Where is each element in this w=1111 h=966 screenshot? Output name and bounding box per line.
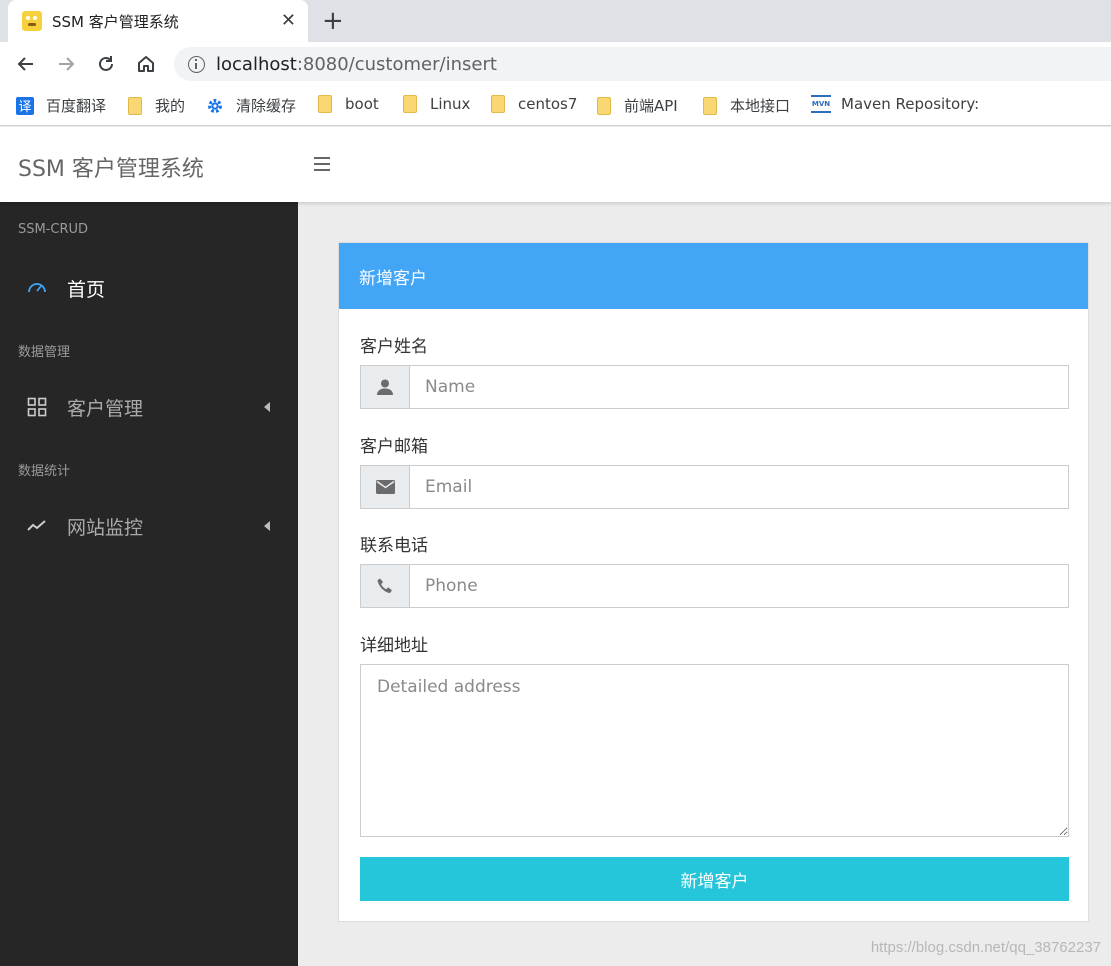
sidebar-item-site-monitor[interactable]: 网站监控 xyxy=(0,506,298,546)
sidebar-section-title: 数据统计 xyxy=(18,464,71,479)
sidebar-item-label: 网站监控 xyxy=(67,516,144,539)
sidebar-item-home[interactable]: 首页 xyxy=(0,268,298,308)
watermark: https://blog.csdn.net/qq_38762237 xyxy=(870,939,1101,956)
folder-icon xyxy=(318,95,332,113)
dashboard-icon xyxy=(26,277,48,299)
new-tab-icon[interactable]: + xyxy=(322,6,344,36)
caret-left-icon xyxy=(264,402,270,412)
envelope-icon xyxy=(361,466,410,508)
sidebar-item-customer-management[interactable]: 客户管理 xyxy=(0,387,298,427)
sidebar-section-title: 数据管理 xyxy=(18,345,71,360)
email-input[interactable] xyxy=(410,466,1068,508)
bookmark-item[interactable]: Linux xyxy=(403,95,470,113)
folder-icon xyxy=(703,96,717,115)
phone-icon xyxy=(361,565,410,607)
browser-toolbar: localhost:8080/customer/insert xyxy=(0,42,1111,86)
bookmark-item[interactable]: 清除缓存 xyxy=(206,95,296,116)
sidebar-item-label: 首页 xyxy=(67,278,106,301)
user-icon xyxy=(361,366,410,408)
tab-close-icon[interactable]: ✕ xyxy=(281,10,296,31)
app-logo[interactable]: SSM 客户管理系统 xyxy=(18,151,204,183)
bookmark-label: boot xyxy=(345,95,379,113)
reload-icon[interactable] xyxy=(94,52,118,76)
tab-title: SSM 客户管理系统 xyxy=(52,12,179,31)
phone-label: 联系电话 xyxy=(360,536,428,556)
folder-icon xyxy=(128,96,142,115)
email-label: 客户邮箱 xyxy=(360,437,428,457)
bookmark-item[interactable]: MVN Maven Repository: xyxy=(811,95,979,113)
bookmark-item[interactable]: 我的 xyxy=(128,95,185,116)
maven-icon: MVN xyxy=(811,95,831,113)
bookmarks-bar: 译 百度翻译 我的 清除缓存 boot Linux centos7 前端API … xyxy=(0,86,1111,126)
folder-icon xyxy=(597,96,611,115)
email-input-group xyxy=(360,465,1069,509)
app-header: SSM 客户管理系统 xyxy=(0,127,1111,202)
sidebar-section-title: SSM-CRUD xyxy=(18,222,89,237)
browser-tabstrip: SSM 客户管理系统 ✕ + xyxy=(0,0,1111,42)
bookmark-label: centos7 xyxy=(518,95,578,113)
bookmark-label: 清除缓存 xyxy=(236,97,297,115)
bookmark-item[interactable]: boot xyxy=(318,95,379,113)
folder-icon xyxy=(403,95,417,113)
phone-input[interactable] xyxy=(410,565,1068,607)
bookmark-item[interactable]: 本地接口 xyxy=(703,95,790,116)
url-path: :8080/customer/insert xyxy=(296,53,497,75)
bookmark-label: 本地接口 xyxy=(730,97,791,115)
browser-tab[interactable]: SSM 客户管理系统 ✕ xyxy=(8,0,308,42)
bookmark-item[interactable]: 前端API xyxy=(597,95,678,116)
bookmark-label: Maven Repository: xyxy=(841,95,980,113)
add-customer-panel: 新增客户 客户姓名 客户邮箱 联系电话 详细地址 新增客户 xyxy=(338,242,1089,922)
back-arrow-icon[interactable] xyxy=(14,52,38,76)
forward-arrow-icon[interactable] xyxy=(54,52,78,76)
menu-toggle-icon[interactable] xyxy=(314,157,330,171)
bookmark-label: 我的 xyxy=(155,97,186,115)
bookmark-label: 百度翻译 xyxy=(46,97,107,115)
line-chart-icon xyxy=(26,515,48,537)
folder-icon xyxy=(491,95,505,113)
add-customer-button[interactable]: 新增客户 xyxy=(360,857,1069,901)
info-icon[interactable] xyxy=(188,55,205,73)
address-bar[interactable]: localhost:8080/customer/insert xyxy=(174,47,1111,81)
bookmark-item[interactable]: 译 百度翻译 xyxy=(16,95,106,116)
address-label: 详细地址 xyxy=(360,636,428,656)
caret-left-icon xyxy=(264,521,270,531)
url-host: localhost xyxy=(216,53,297,75)
gear-icon xyxy=(208,98,222,113)
bookmark-label: Linux xyxy=(430,95,471,113)
phone-input-group xyxy=(360,564,1069,608)
spongebob-favicon-icon xyxy=(22,11,42,31)
translate-icon: 译 xyxy=(16,96,34,115)
bookmark-label: 前端API xyxy=(624,97,678,115)
address-textarea[interactable] xyxy=(360,664,1069,837)
sidebar: SSM-CRUD 首页 数据管理 客户管理 数据统计 网站监控 xyxy=(0,202,298,966)
name-input[interactable] xyxy=(410,366,1068,408)
sidebar-item-label: 客户管理 xyxy=(67,397,144,420)
grid-icon xyxy=(26,396,48,418)
name-label: 客户姓名 xyxy=(360,337,428,357)
panel-title: 新增客户 xyxy=(339,243,1088,309)
name-input-group xyxy=(360,365,1069,409)
bookmark-item[interactable]: centos7 xyxy=(491,95,577,113)
home-icon[interactable] xyxy=(134,52,158,76)
